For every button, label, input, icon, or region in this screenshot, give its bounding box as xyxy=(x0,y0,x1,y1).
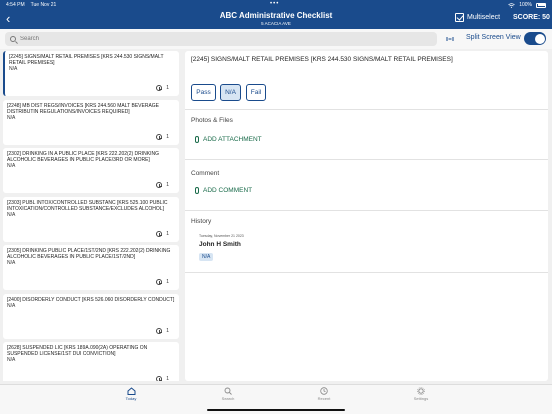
list-item[interactable]: [2302] DRINKING IN A PUBLIC PLACE [KRS 2… xyxy=(3,148,179,193)
list-item[interactable]: [2400] DISORDERLY CONDUCT [KRS 526.060 D… xyxy=(3,293,179,339)
history-icon xyxy=(156,133,163,140)
list-item-history[interactable]: 1 xyxy=(156,85,169,91)
gear-icon xyxy=(417,387,425,395)
status-time: 4:54 PM xyxy=(6,2,25,8)
list-item[interactable]: [2303] PUBL INTOX/CONTROLLED SUBSTANC [K… xyxy=(3,196,179,242)
wifi-icon xyxy=(508,2,515,8)
tab-search[interactable]: Search xyxy=(208,387,248,401)
history-count: 1 xyxy=(166,133,169,140)
filter-icon[interactable] xyxy=(446,35,454,43)
tab-recent[interactable]: Recent xyxy=(304,387,344,401)
list-item[interactable]: [2248] MB DIST REGS/INVOICES [KRS 244.56… xyxy=(3,99,179,145)
tab-recent-label: Recent xyxy=(317,396,331,401)
list-item-title: [2400] DISORDERLY CONDUCT [KRS 526.060 D… xyxy=(7,296,175,303)
status-date: Tue Nov 21 xyxy=(30,2,57,8)
list-item-history[interactable]: 1 xyxy=(156,279,169,285)
score-label: SCORE: 50 xyxy=(513,14,550,21)
list-item-title: [2302] DRINKING IN A PUBLIC PLACE [KRS 2… xyxy=(7,151,160,163)
status-bar: 4:54 PM Tue Nov 21 ••• 100% xyxy=(0,0,552,10)
divider xyxy=(185,159,548,160)
multitask-dots-icon[interactable]: ••• xyxy=(270,1,279,7)
tab-settings-label: Settings xyxy=(413,396,429,401)
checklist-list[interactable]: [2245] SIGNS/MALT RETAIL PREMISES [KRS 2… xyxy=(3,51,179,381)
history-icon xyxy=(156,182,163,188)
add-comment-button[interactable]: ADD COMMENT xyxy=(195,187,252,194)
search-icon xyxy=(224,387,232,395)
home-icon xyxy=(127,387,135,395)
list-item-value: N/A xyxy=(7,302,16,309)
tab-search-label: Search xyxy=(221,396,235,401)
list-item-value: N/A xyxy=(7,357,16,363)
multiselect-button[interactable]: Multiselect xyxy=(455,13,500,22)
list-item-title: [2628] SUSPENDED LIC [KRS 189A.090(2A) O… xyxy=(7,345,148,357)
divider xyxy=(185,272,548,273)
list-item-title: [2245] SIGNS/MALT RETAIL PREMISES [KRS 2… xyxy=(9,54,164,66)
list-item-value: N/A xyxy=(9,66,18,72)
paperclip-icon xyxy=(195,187,199,194)
tab-today[interactable]: Today xyxy=(111,387,151,401)
nav-bar: ‹ ABC Administrative Checklist 5 ACACIA … xyxy=(0,10,552,29)
list-item-value: N/A xyxy=(7,163,16,169)
list-item-title: [2305] DRINKING PUBLIC PLACE/1ST/2ND [KR… xyxy=(7,248,171,260)
history-icon xyxy=(156,327,163,334)
list-item-title: [2303] PUBL INTOX/CONTROLLED SUBSTANC [K… xyxy=(7,199,168,212)
list-item[interactable]: [2305] DRINKING PUBLIC PLACE/1ST/2ND [KR… xyxy=(3,245,179,290)
add-attachment-button[interactable]: ADD ATTACHMENT xyxy=(195,136,262,143)
list-item-history[interactable]: 1 xyxy=(156,376,169,381)
history-user: John H Smith xyxy=(199,241,241,248)
list-item-value: N/A xyxy=(7,211,16,218)
search-row: Split Screen View xyxy=(0,29,552,49)
history-count: 1 xyxy=(166,182,169,188)
list-item-history[interactable]: 1 xyxy=(156,230,169,237)
search-bar[interactable] xyxy=(5,32,437,46)
divider xyxy=(185,210,548,211)
comment-title: Comment xyxy=(191,170,220,177)
checkbox-icon xyxy=(455,13,464,22)
history-count: 1 xyxy=(166,85,169,91)
list-item-history[interactable]: 1 xyxy=(156,133,169,140)
pass-button[interactable]: Pass xyxy=(191,84,216,101)
split-screen-label: Split Screen View xyxy=(466,34,521,41)
history-count: 1 xyxy=(166,230,169,237)
detail-title: [2245] SIGNS/MALT RETAIL PREMISES [KRS 2… xyxy=(191,56,453,63)
na-button[interactable]: N/A xyxy=(220,84,241,101)
history-icon xyxy=(156,279,163,285)
clock-icon xyxy=(320,387,328,395)
list-item-title: [2248] MB DIST REGS/INVOICES [KRS 244.56… xyxy=(7,102,160,115)
home-indicator xyxy=(207,409,345,411)
history-date: Tuesday, November 21 2023 xyxy=(199,234,244,238)
history-icon xyxy=(156,230,163,237)
search-input[interactable] xyxy=(20,36,420,42)
history-icon xyxy=(156,85,163,91)
add-comment-label: ADD COMMENT xyxy=(203,187,253,194)
list-item-value: N/A xyxy=(7,260,16,266)
history-count: 1 xyxy=(166,376,169,381)
split-screen-toggle[interactable] xyxy=(524,32,546,45)
divider xyxy=(185,109,548,110)
list-item-value: N/A xyxy=(7,114,16,121)
list-item[interactable]: [2245] SIGNS/MALT RETAIL PREMISES [KRS 2… xyxy=(3,51,179,96)
list-item-history[interactable]: 1 xyxy=(156,327,169,334)
multiselect-label: Multiselect xyxy=(467,14,501,21)
photos-files-title: Photos & Files xyxy=(191,117,233,124)
detail-panel: [2245] SIGNS/MALT RETAIL PREMISES [KRS 2… xyxy=(185,51,548,381)
history-count: 1 xyxy=(166,327,169,334)
history-count: 1 xyxy=(166,279,169,285)
add-attachment-label: ADD ATTACHMENT xyxy=(203,136,262,143)
history-icon xyxy=(156,376,163,381)
battery-percent: 100% xyxy=(519,2,532,8)
tab-settings[interactable]: Settings xyxy=(401,387,441,401)
tab-today-label: Today xyxy=(125,396,137,401)
history-title: History xyxy=(191,218,212,225)
battery-icon xyxy=(536,2,546,8)
list-item-history[interactable]: 1 xyxy=(156,182,169,188)
list-item[interactable]: [2628] SUSPENDED LIC [KRS 189A.090(2A) O… xyxy=(3,342,179,381)
fail-button[interactable]: Fail xyxy=(246,84,266,101)
history-status-badge: N/A xyxy=(199,253,214,261)
search-icon xyxy=(10,36,16,42)
paperclip-icon xyxy=(195,136,199,143)
